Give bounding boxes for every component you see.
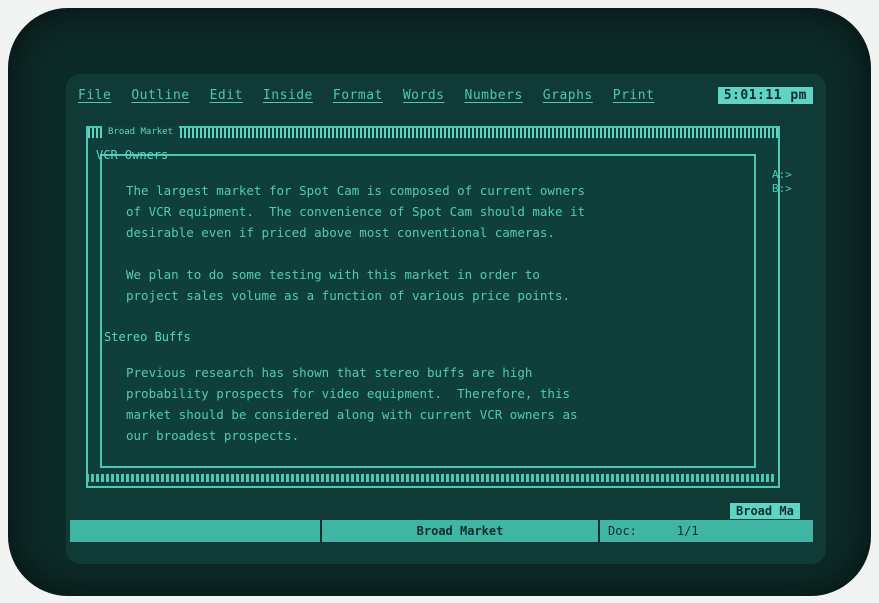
window-titlebar[interactable] <box>88 128 778 138</box>
section-heading-vcr-owners: VCR Owners <box>96 148 169 162</box>
paragraph-vcr-2[interactable]: We plan to do some testing with this mar… <box>126 264 570 306</box>
menu-file[interactable]: File <box>78 88 111 103</box>
menu-words[interactable]: Words <box>403 88 445 103</box>
menu-print[interactable]: Print <box>613 88 655 103</box>
menu-bar: File Outline Edit Inside Format Words Nu… <box>78 84 813 106</box>
status-bar: Broad Market Doc: 1/1 <box>70 520 813 542</box>
document-tab-label[interactable]: Broad Ma <box>730 503 800 519</box>
paragraph-vcr-1[interactable]: The largest market for Spot Cam is compo… <box>126 180 585 243</box>
window-title: Broad Market <box>102 126 180 138</box>
status-doc-label: Doc: <box>608 524 637 538</box>
clock: 5:01:11 pm <box>717 86 813 104</box>
menu-outline[interactable]: Outline <box>131 88 189 103</box>
status-document-name: Broad Market <box>322 520 600 542</box>
menu-graphs[interactable]: Graphs <box>543 88 593 103</box>
menu-inside[interactable]: Inside <box>263 88 313 103</box>
menu-numbers[interactable]: Numbers <box>465 88 523 103</box>
section-heading-stereo-buffs: Stereo Buffs <box>104 330 191 344</box>
paragraph-stereo-1[interactable]: Previous research has shown that stereo … <box>126 362 578 446</box>
side-marks: A:> B:> <box>772 168 792 195</box>
status-doc-info: Doc: 1/1 <box>600 520 813 542</box>
status-segment-left <box>70 520 322 542</box>
status-page: 1/1 <box>676 524 699 538</box>
horizontal-scrollbar[interactable] <box>86 474 776 482</box>
menu-edit[interactable]: Edit <box>210 88 243 103</box>
menu-format[interactable]: Format <box>333 88 383 103</box>
